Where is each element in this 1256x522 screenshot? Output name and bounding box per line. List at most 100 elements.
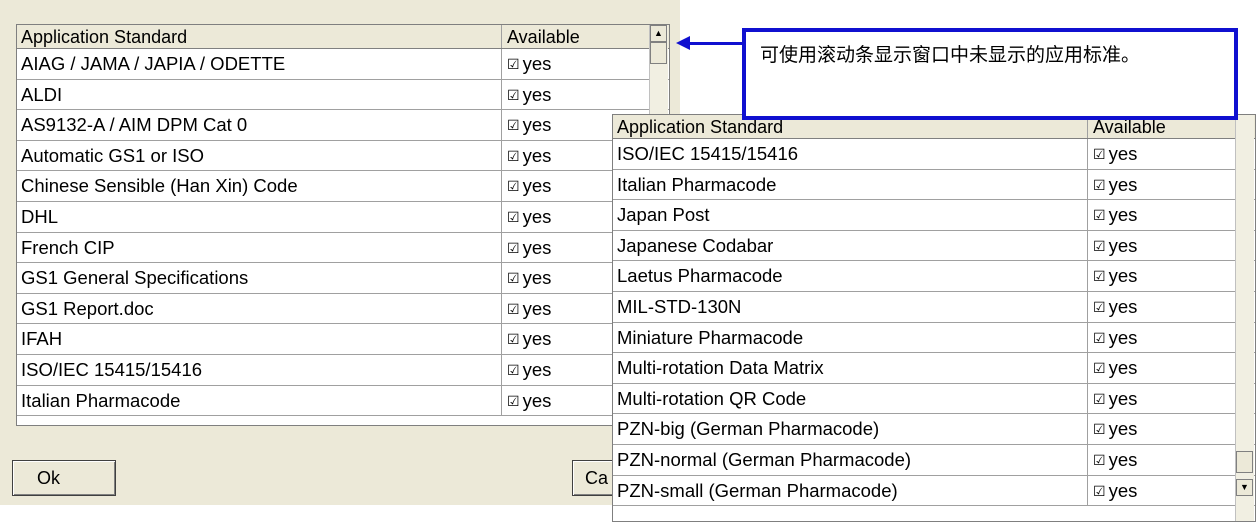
table-row[interactable]: French CIP ☑ yes bbox=[17, 232, 669, 264]
table-row[interactable]: Chinese Sensible (Han Xin) Code ☑ yes bbox=[17, 171, 669, 202]
available-cell[interactable]: ☑ yes bbox=[1093, 231, 1137, 262]
table-row[interactable]: ISO/IEC 15415/15416 ☑ yes bbox=[613, 139, 1255, 170]
table-row[interactable]: PZN-small (German Pharmacode) ☑ yes bbox=[613, 475, 1255, 507]
available-cell[interactable]: ☑ yes bbox=[507, 80, 551, 111]
table-row[interactable]: Japan Post ☑ yes bbox=[613, 200, 1255, 231]
scroll-down-button[interactable]: ▼ bbox=[1236, 479, 1253, 496]
available-cell[interactable]: ☑ yes bbox=[507, 355, 551, 386]
available-cell[interactable]: ☑ yes bbox=[1093, 476, 1137, 507]
available-cell[interactable]: ☑ yes bbox=[507, 141, 551, 172]
table-row[interactable]: DHL ☑ yes bbox=[17, 201, 669, 233]
application-standard-cell: Japanese Codabar bbox=[617, 234, 774, 256]
table-row[interactable]: Laetus Pharmacode ☑ yes bbox=[613, 261, 1255, 292]
table-row[interactable]: PZN-normal (German Pharmacode) ☑ yes bbox=[613, 444, 1255, 476]
checkbox-icon[interactable]: ☑ bbox=[1093, 330, 1106, 346]
table-row[interactable]: AS9132-A / AIM DPM Cat 0 ☑ yes bbox=[17, 110, 669, 141]
standards-grid[interactable]: Application Standard Available AIAG / JA… bbox=[16, 24, 670, 426]
available-cell[interactable]: ☑ yes bbox=[1093, 292, 1137, 323]
column-divider bbox=[1087, 139, 1088, 169]
application-standard-cell: Automatic GS1 or ISO bbox=[21, 144, 205, 166]
scroll-thumb[interactable] bbox=[650, 42, 667, 64]
available-cell[interactable]: ☑ yes bbox=[1093, 384, 1137, 415]
table-row[interactable]: Italian Pharmacode ☑ yes bbox=[17, 385, 669, 417]
checkbox-icon[interactable]: ☑ bbox=[507, 362, 520, 378]
available-cell[interactable]: ☑ yes bbox=[507, 324, 551, 355]
table-row[interactable]: Automatic GS1 or ISO ☑ yes bbox=[17, 140, 669, 172]
table-row[interactable]: IFAH ☑ yes bbox=[17, 324, 669, 355]
checkbox-icon[interactable]: ☑ bbox=[1093, 299, 1106, 315]
available-cell[interactable]: ☑ yes bbox=[507, 294, 551, 325]
column-divider bbox=[1087, 291, 1088, 322]
checkbox-icon[interactable]: ☑ bbox=[507, 178, 520, 194]
checkbox-icon[interactable]: ☑ bbox=[1093, 421, 1106, 437]
checkbox-icon[interactable]: ☑ bbox=[507, 301, 520, 317]
checkbox-icon[interactable]: ☑ bbox=[1093, 146, 1106, 162]
table-row[interactable]: PZN-big (German Pharmacode) ☑ yes bbox=[613, 414, 1255, 445]
application-standard-cell: Laetus Pharmacode bbox=[617, 265, 783, 287]
available-cell[interactable]: ☑ yes bbox=[507, 233, 551, 264]
grid-body: AIAG / JAMA / JAPIA / ODETTE ☑ yes ALDI ☑ yes… bbox=[17, 49, 669, 417]
callout-arrow-line bbox=[686, 42, 746, 45]
table-row[interactable]: MIL-STD-130N ☑ yes bbox=[613, 291, 1255, 323]
available-value: yes bbox=[1108, 204, 1138, 226]
checkbox-icon[interactable]: ☑ bbox=[1093, 360, 1106, 376]
available-cell[interactable]: ☑ yes bbox=[1093, 323, 1137, 354]
available-cell[interactable]: ☑ yes bbox=[1093, 139, 1137, 170]
available-cell[interactable]: ☑ yes bbox=[1093, 353, 1137, 384]
application-standard-cell: Italian Pharmacode bbox=[617, 173, 777, 195]
available-cell[interactable]: ☑ yes bbox=[1093, 200, 1137, 231]
available-cell[interactable]: ☑ yes bbox=[1093, 445, 1137, 476]
scrolled-standards-grid[interactable]: Application Standard Available ISO/IEC 1… bbox=[612, 114, 1256, 522]
ok-button[interactable]: Ok bbox=[12, 460, 116, 496]
column-divider bbox=[1087, 475, 1088, 506]
checkbox-icon[interactable]: ☑ bbox=[507, 87, 520, 103]
header-available[interactable]: Available bbox=[507, 25, 580, 49]
table-row[interactable]: Japanese Codabar ☑ yes bbox=[613, 230, 1255, 262]
checkbox-icon[interactable]: ☑ bbox=[1093, 238, 1106, 254]
column-divider bbox=[1087, 261, 1088, 291]
column-divider[interactable] bbox=[501, 25, 502, 48]
checkbox-icon[interactable]: ☑ bbox=[507, 148, 520, 164]
checkbox-icon[interactable]: ☑ bbox=[507, 209, 520, 225]
available-value: yes bbox=[1108, 143, 1138, 164]
checkbox-icon[interactable]: ☑ bbox=[1093, 268, 1106, 284]
table-row[interactable]: Multi-rotation Data Matrix ☑ yes bbox=[613, 353, 1255, 384]
column-divider bbox=[501, 110, 502, 140]
header-application-standard[interactable]: Application Standard bbox=[21, 25, 187, 49]
table-row[interactable]: GS1 Report.doc ☑ yes bbox=[17, 293, 669, 325]
available-cell[interactable]: ☑ yes bbox=[1093, 261, 1137, 292]
checkbox-icon[interactable]: ☑ bbox=[1093, 391, 1106, 407]
checkbox-icon[interactable]: ☑ bbox=[507, 117, 520, 133]
checkbox-icon[interactable]: ☑ bbox=[507, 56, 520, 72]
checkbox-icon[interactable]: ☑ bbox=[507, 240, 520, 256]
checkbox-icon[interactable]: ☑ bbox=[507, 331, 520, 347]
available-value: yes bbox=[1108, 234, 1138, 256]
scroll-up-button[interactable]: ▲ bbox=[650, 25, 667, 42]
checkbox-icon[interactable]: ☑ bbox=[1093, 452, 1106, 468]
checkbox-icon[interactable]: ☑ bbox=[1093, 483, 1106, 499]
table-row[interactable]: AIAG / JAMA / JAPIA / ODETTE ☑ yes bbox=[17, 49, 669, 80]
checkbox-icon[interactable]: ☑ bbox=[507, 393, 520, 409]
table-row[interactable]: Italian Pharmacode ☑ yes bbox=[613, 169, 1255, 201]
table-row[interactable]: GS1 General Specifications ☑ yes bbox=[17, 263, 669, 294]
available-cell[interactable]: ☑ yes bbox=[507, 202, 551, 233]
available-cell[interactable]: ☑ yes bbox=[1093, 414, 1137, 445]
checkbox-icon[interactable]: ☑ bbox=[507, 270, 520, 286]
table-row[interactable]: ISO/IEC 15415/15416 ☑ yes bbox=[17, 354, 669, 386]
available-cell[interactable]: ☑ yes bbox=[1093, 170, 1137, 201]
table-row[interactable]: Miniature Pharmacode ☑ yes bbox=[613, 322, 1255, 354]
table-row[interactable]: Multi-rotation QR Code ☑ yes bbox=[613, 383, 1255, 415]
available-cell[interactable]: ☑ yes bbox=[507, 110, 551, 141]
available-cell[interactable]: ☑ yes bbox=[507, 171, 551, 202]
column-divider bbox=[1087, 414, 1088, 444]
available-value: yes bbox=[1108, 418, 1138, 440]
available-value: yes bbox=[1108, 448, 1138, 470]
scrolled-vertical-scrollbar[interactable]: ▼ bbox=[1235, 115, 1254, 521]
available-cell[interactable]: ☑ yes bbox=[507, 386, 551, 417]
available-cell[interactable]: ☑ yes bbox=[507, 49, 551, 80]
table-row[interactable]: ALDI ☑ yes bbox=[17, 79, 669, 111]
scrolled-scroll-thumb[interactable] bbox=[1236, 451, 1253, 473]
available-cell[interactable]: ☑ yes bbox=[507, 263, 551, 294]
checkbox-icon[interactable]: ☑ bbox=[1093, 177, 1106, 193]
checkbox-icon[interactable]: ☑ bbox=[1093, 207, 1106, 223]
